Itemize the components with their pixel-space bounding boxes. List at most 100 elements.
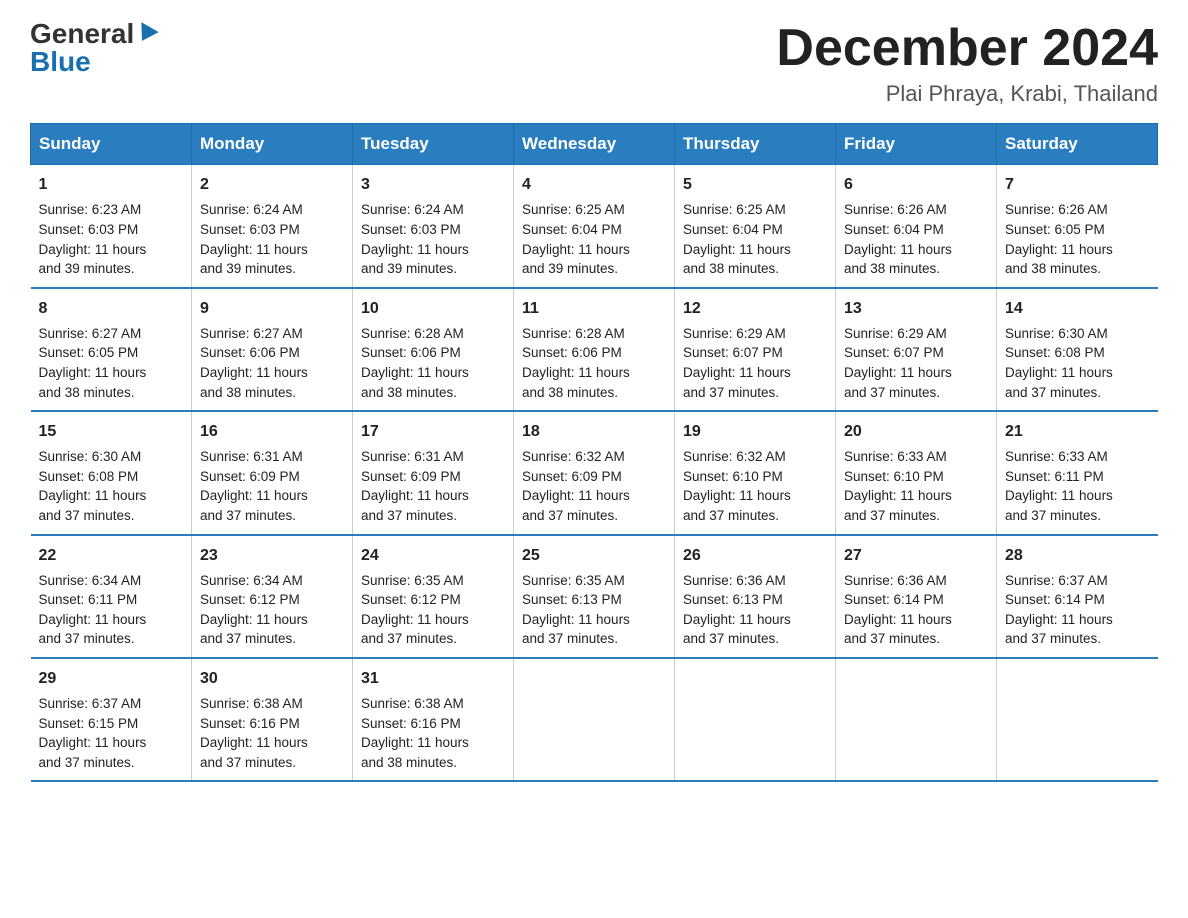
calendar-cell: 26Sunrise: 6:36 AM Sunset: 6:13 PM Dayli… [675, 535, 836, 658]
cell-info: Sunrise: 6:23 AM Sunset: 6:03 PM Dayligh… [39, 202, 147, 276]
calendar-cell [836, 658, 997, 781]
day-number: 11 [522, 297, 666, 320]
calendar-cell: 2Sunrise: 6:24 AM Sunset: 6:03 PM Daylig… [192, 165, 353, 288]
calendar-cell: 8 Sunrise: 6:27 AM Sunset: 6:05 PM Daylig… [31, 288, 192, 411]
day-number: 29 [39, 667, 184, 690]
calendar-cell: 19 Sunrise: 6:32 AM Sunset: 6:10 PM Dayli… [675, 411, 836, 534]
header-tuesday: Tuesday [353, 124, 514, 165]
calendar-cell [997, 658, 1158, 781]
day-number: 21 [1005, 420, 1150, 443]
cell-info: Sunrise: 6:25 AM Sunset: 6:04 PM Dayligh… [522, 202, 630, 276]
calendar-cell: 30 Sunrise: 6:38 AM Sunset: 6:16 PM Dayli… [192, 658, 353, 781]
header-saturday: Saturday [997, 124, 1158, 165]
calendar-cell: 25 Sunrise: 6:35 AM Sunset: 6:13 PM Dayli… [514, 535, 675, 658]
day-number: 16 [200, 420, 344, 443]
calendar-header-row: SundayMondayTuesdayWednesdayThursdayFrid… [31, 124, 1158, 165]
day-number: 17 [361, 420, 505, 443]
cell-info: Sunrise: 6:25 AM Sunset: 6:04 PM Dayligh… [683, 202, 791, 276]
day-number: 26 [683, 544, 827, 567]
day-number: 6 [844, 173, 988, 196]
week-row-2: 8 Sunrise: 6:27 AM Sunset: 6:05 PM Daylig… [31, 288, 1158, 411]
cell-info: Sunrise: 6:33 AM Sunset: 6:10 PM Dayligh… [844, 449, 952, 523]
day-number: 19 [683, 420, 827, 443]
cell-info: Sunrise: 6:37 AM Sunset: 6:15 PM Dayligh… [39, 696, 147, 770]
day-number: 31 [361, 667, 505, 690]
calendar-cell: 20Sunrise: 6:33 AM Sunset: 6:10 PM Dayli… [836, 411, 997, 534]
cell-info: Sunrise: 6:26 AM Sunset: 6:04 PM Dayligh… [844, 202, 952, 276]
calendar-cell: 6 Sunrise: 6:26 AM Sunset: 6:04 PM Daylig… [836, 165, 997, 288]
cell-info: Sunrise: 6:29 AM Sunset: 6:07 PM Dayligh… [844, 326, 952, 400]
cell-info: Sunrise: 6:34 AM Sunset: 6:12 PM Dayligh… [200, 573, 308, 647]
calendar-cell: 14 Sunrise: 6:30 AM Sunset: 6:08 PM Dayli… [997, 288, 1158, 411]
day-number: 1 [39, 173, 184, 196]
calendar-cell: 27 Sunrise: 6:36 AM Sunset: 6:14 PM Dayli… [836, 535, 997, 658]
header-wednesday: Wednesday [514, 124, 675, 165]
week-row-4: 22Sunrise: 6:34 AM Sunset: 6:11 PM Dayli… [31, 535, 1158, 658]
page-subtitle: Plai Phraya, Krabi, Thailand [776, 81, 1158, 107]
week-row-5: 29 Sunrise: 6:37 AM Sunset: 6:15 PM Dayli… [31, 658, 1158, 781]
calendar-cell: 21Sunrise: 6:33 AM Sunset: 6:11 PM Dayli… [997, 411, 1158, 534]
page-title: December 2024 [776, 20, 1158, 77]
day-number: 25 [522, 544, 666, 567]
day-number: 7 [1005, 173, 1150, 196]
cell-info: Sunrise: 6:30 AM Sunset: 6:08 PM Dayligh… [39, 449, 147, 523]
cell-info: Sunrise: 6:28 AM Sunset: 6:06 PM Dayligh… [522, 326, 630, 400]
day-number: 12 [683, 297, 827, 320]
calendar-cell: 11 Sunrise: 6:28 AM Sunset: 6:06 PM Dayli… [514, 288, 675, 411]
week-row-1: 1 Sunrise: 6:23 AM Sunset: 6:03 PM Daylig… [31, 165, 1158, 288]
calendar-cell [514, 658, 675, 781]
header-monday: Monday [192, 124, 353, 165]
day-number: 5 [683, 173, 827, 196]
calendar-cell: 4 Sunrise: 6:25 AM Sunset: 6:04 PM Daylig… [514, 165, 675, 288]
day-number: 10 [361, 297, 505, 320]
cell-info: Sunrise: 6:30 AM Sunset: 6:08 PM Dayligh… [1005, 326, 1113, 400]
calendar-table: SundayMondayTuesdayWednesdayThursdayFrid… [30, 123, 1158, 782]
cell-info: Sunrise: 6:37 AM Sunset: 6:14 PM Dayligh… [1005, 573, 1113, 647]
logo-general-text: General [30, 20, 134, 48]
cell-info: Sunrise: 6:27 AM Sunset: 6:05 PM Dayligh… [39, 326, 147, 400]
cell-info: Sunrise: 6:32 AM Sunset: 6:10 PM Dayligh… [683, 449, 791, 523]
cell-info: Sunrise: 6:29 AM Sunset: 6:07 PM Dayligh… [683, 326, 791, 400]
calendar-cell: 13 Sunrise: 6:29 AM Sunset: 6:07 PM Dayli… [836, 288, 997, 411]
calendar-cell: 5 Sunrise: 6:25 AM Sunset: 6:04 PM Daylig… [675, 165, 836, 288]
calendar-cell: 18Sunrise: 6:32 AM Sunset: 6:09 PM Dayli… [514, 411, 675, 534]
day-number: 15 [39, 420, 184, 443]
day-number: 23 [200, 544, 344, 567]
header-friday: Friday [836, 124, 997, 165]
calendar-cell: 17Sunrise: 6:31 AM Sunset: 6:09 PM Dayli… [353, 411, 514, 534]
day-number: 13 [844, 297, 988, 320]
calendar-cell: 10 Sunrise: 6:28 AM Sunset: 6:06 PM Dayli… [353, 288, 514, 411]
calendar-cell: 3Sunrise: 6:24 AM Sunset: 6:03 PM Daylig… [353, 165, 514, 288]
calendar-cell: 28 Sunrise: 6:37 AM Sunset: 6:14 PM Dayli… [997, 535, 1158, 658]
cell-info: Sunrise: 6:26 AM Sunset: 6:05 PM Dayligh… [1005, 202, 1113, 276]
cell-info: Sunrise: 6:27 AM Sunset: 6:06 PM Dayligh… [200, 326, 308, 400]
header-thursday: Thursday [675, 124, 836, 165]
day-number: 30 [200, 667, 344, 690]
day-number: 8 [39, 297, 184, 320]
calendar-cell: 31Sunrise: 6:38 AM Sunset: 6:16 PM Dayli… [353, 658, 514, 781]
title-block: December 2024 Plai Phraya, Krabi, Thaila… [776, 20, 1158, 107]
day-number: 18 [522, 420, 666, 443]
calendar-cell: 7 Sunrise: 6:26 AM Sunset: 6:05 PM Daylig… [997, 165, 1158, 288]
week-row-3: 15 Sunrise: 6:30 AM Sunset: 6:08 PM Dayli… [31, 411, 1158, 534]
calendar-cell: 22Sunrise: 6:34 AM Sunset: 6:11 PM Dayli… [31, 535, 192, 658]
cell-info: Sunrise: 6:38 AM Sunset: 6:16 PM Dayligh… [200, 696, 308, 770]
logo: General Blue [30, 20, 156, 76]
cell-info: Sunrise: 6:35 AM Sunset: 6:13 PM Dayligh… [522, 573, 630, 647]
day-number: 3 [361, 173, 505, 196]
day-number: 14 [1005, 297, 1150, 320]
day-number: 24 [361, 544, 505, 567]
day-number: 28 [1005, 544, 1150, 567]
cell-info: Sunrise: 6:28 AM Sunset: 6:06 PM Dayligh… [361, 326, 469, 400]
calendar-cell: 23 Sunrise: 6:34 AM Sunset: 6:12 PM Dayli… [192, 535, 353, 658]
cell-info: Sunrise: 6:36 AM Sunset: 6:14 PM Dayligh… [844, 573, 952, 647]
day-number: 4 [522, 173, 666, 196]
day-number: 9 [200, 297, 344, 320]
day-number: 27 [844, 544, 988, 567]
day-number: 22 [39, 544, 184, 567]
cell-info: Sunrise: 6:35 AM Sunset: 6:12 PM Dayligh… [361, 573, 469, 647]
logo-triangle-icon [134, 22, 159, 46]
cell-info: Sunrise: 6:31 AM Sunset: 6:09 PM Dayligh… [200, 449, 308, 523]
page-header: General Blue December 2024 Plai Phraya, … [30, 20, 1158, 107]
calendar-cell: 12 Sunrise: 6:29 AM Sunset: 6:07 PM Dayli… [675, 288, 836, 411]
